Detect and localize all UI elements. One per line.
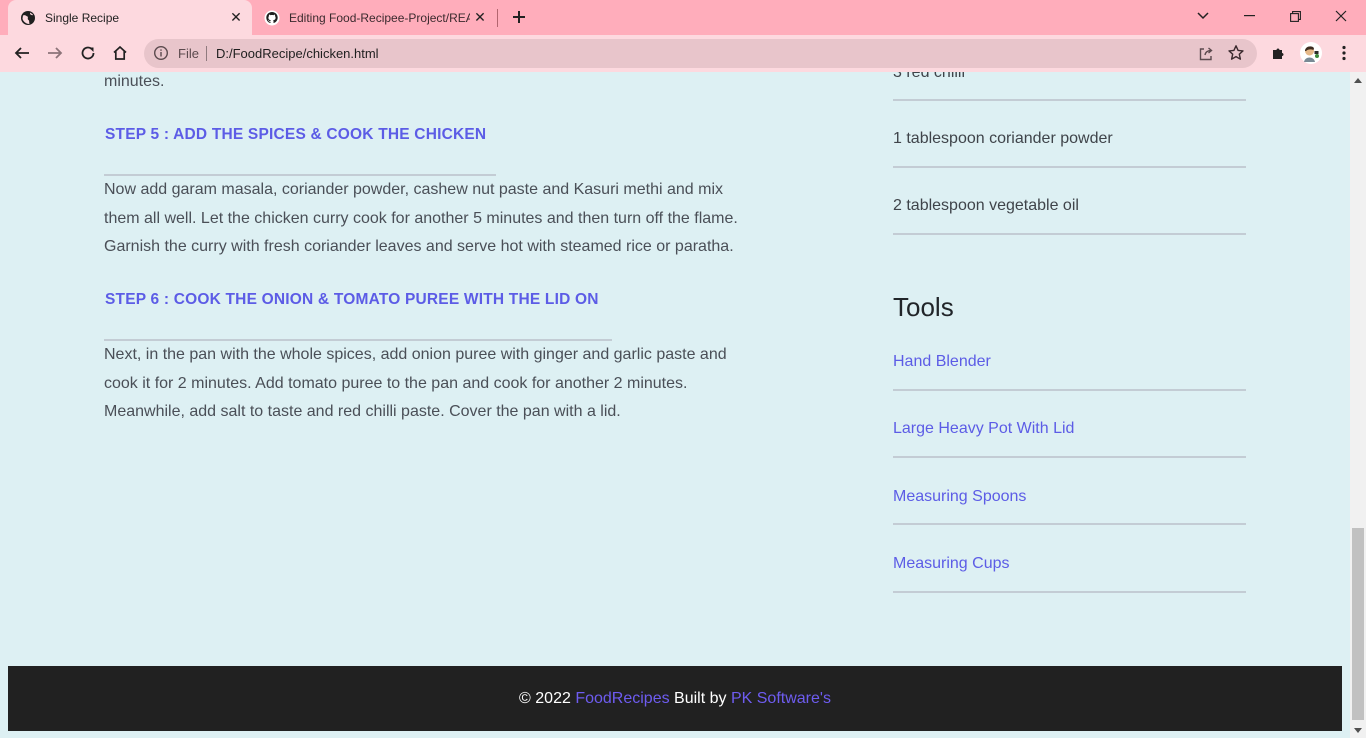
tools-heading: Tools [893, 292, 954, 322]
new-tab-button[interactable] [508, 6, 530, 28]
footer-copyright: © 2022 [519, 689, 576, 707]
tab-separator [497, 9, 498, 27]
reload-button[interactable] [74, 39, 102, 67]
minimize-icon [1243, 15, 1255, 17]
ingredient-divider [893, 99, 1246, 101]
text-line: cook it for 2 minutes. Add tomato puree … [104, 374, 688, 392]
extensions-button[interactable] [1265, 39, 1293, 67]
close-tab-icon[interactable]: ✕ [226, 8, 246, 28]
previous-step-tail: minutes. [104, 73, 165, 90]
step-5-heading: STEP 5 : ADD THE SPICES & COOK THE CHICK… [105, 126, 487, 143]
close-icon [1335, 10, 1347, 22]
text-line: Garnish the curry with fresh coriander l… [104, 238, 734, 255]
globe-icon [21, 10, 35, 25]
close-tab-icon[interactable]: ✕ [470, 8, 490, 28]
bookmark-star-icon[interactable] [1227, 44, 1245, 62]
profile-button[interactable] [1297, 39, 1325, 67]
plus-icon [513, 11, 525, 23]
tool-divider [893, 523, 1246, 525]
close-window-button[interactable] [1318, 0, 1364, 32]
ingredient-item: 3 red chilli [893, 72, 966, 81]
tool-link-measuring-cups[interactable]: Measuring Cups [893, 555, 1010, 573]
tool-divider [893, 456, 1246, 458]
site-footer: © 2022 FoodRecipes Built by PK Software'… [8, 666, 1342, 731]
forward-button[interactable] [41, 39, 69, 67]
tab-single-recipe[interactable]: Single Recipe ✕ [8, 0, 252, 35]
scheme-label: File [178, 46, 199, 61]
tab-editing-readme[interactable]: Editing Food-Recipee-Project/README.md ✕ [252, 0, 496, 35]
browser-toolbar: File D:/FoodRecipe/chicken.html [0, 35, 1366, 72]
avatar [1300, 42, 1322, 64]
kebab-menu-icon [1342, 45, 1346, 61]
home-icon [113, 45, 127, 60]
minimize-button[interactable] [1226, 0, 1272, 32]
scrollbar-thumb[interactable] [1352, 528, 1364, 720]
back-arrow-icon [14, 47, 29, 59]
scroll-up-arrow-icon[interactable] [1350, 72, 1366, 88]
tool-link-measuring-spoons[interactable]: Measuring Spoons [893, 488, 1026, 506]
step-6-heading: STEP 6 : COOK THE ONION & TOMATO PUREE W… [105, 291, 599, 308]
home-button[interactable] [106, 39, 134, 67]
address-bar[interactable]: File D:/FoodRecipe/chicken.html [144, 39, 1257, 68]
text-line: Next, in the pan with the whole spices, … [104, 346, 727, 363]
vertical-scrollbar[interactable] [1350, 72, 1366, 738]
restore-icon [1289, 10, 1301, 22]
tab-strip: Single Recipe ✕ Editing Food-Recipee-Pro… [0, 0, 1366, 35]
tool-divider [893, 389, 1246, 391]
step-6-text: Next, in the pan with the whole spices, … [104, 341, 764, 427]
tab-title: Single Recipe [45, 10, 120, 25]
tab-search-button[interactable] [1180, 0, 1226, 32]
omnibox-divider [206, 46, 207, 61]
footer-built-by: Built by [669, 689, 731, 707]
tool-divider [893, 591, 1246, 593]
restore-button[interactable] [1272, 0, 1318, 32]
reload-icon [81, 46, 95, 60]
text-line: them all well. Let the chicken curry coo… [104, 209, 738, 227]
chevron-down-icon [1197, 12, 1209, 20]
tab-title: Editing Food-Recipee-Project/README.md [289, 10, 470, 25]
text-line: Meanwhile, add salt to taste and red chi… [104, 403, 621, 420]
tool-link-heavy-pot[interactable]: Large Heavy Pot With Lid [893, 420, 1074, 438]
url-text[interactable]: D:/FoodRecipe/chicken.html [216, 46, 379, 61]
step-5-text: Now add garam masala, coriander powder, … [104, 176, 764, 262]
scroll-down-arrow-icon[interactable] [1350, 722, 1366, 738]
tool-link-hand-blender[interactable]: Hand Blender [893, 353, 991, 371]
footer-brand-link[interactable]: FoodRecipes [575, 690, 669, 708]
info-icon[interactable] [153, 45, 169, 61]
menu-button[interactable] [1330, 39, 1358, 67]
back-button[interactable] [8, 39, 36, 67]
footer-author-link[interactable]: PK Software's [731, 690, 831, 708]
ingredient-item: 1 tablespoon coriander powder [893, 130, 1113, 147]
forward-arrow-icon [48, 47, 63, 59]
github-icon [264, 10, 280, 25]
ingredient-divider [893, 233, 1246, 235]
text-line: Now add garam masala, coriander powder, … [104, 181, 723, 198]
share-icon[interactable] [1197, 45, 1215, 63]
page-viewport: minutes. STEP 5 : ADD THE SPICES & COOK … [0, 72, 1350, 738]
ingredient-item: 2 tablespoon vegetable oil [893, 197, 1079, 214]
puzzle-icon [1273, 48, 1284, 59]
ingredient-divider [893, 166, 1246, 168]
